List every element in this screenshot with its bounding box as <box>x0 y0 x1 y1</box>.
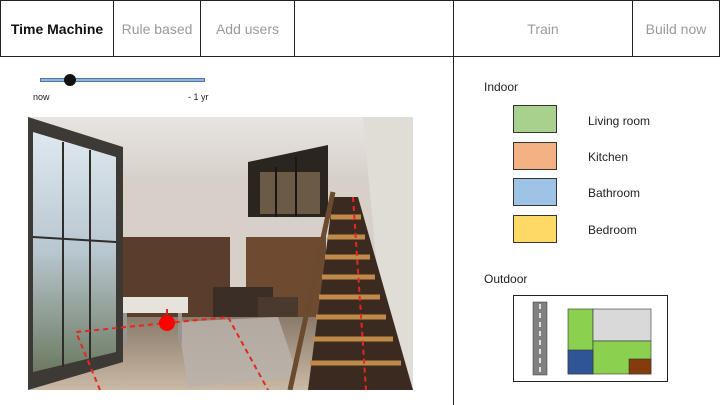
tab-add-users[interactable]: Add users <box>201 1 295 56</box>
living-room-label: Living room <box>588 114 651 128</box>
indoor-title: Indoor <box>484 80 519 94</box>
time-slider-thumb[interactable] <box>63 74 76 86</box>
tab-time-machine[interactable]: Time Machine <box>1 1 114 56</box>
kitchen-label: Kitchen <box>588 150 629 164</box>
tab-train[interactable]: Train <box>454 1 633 56</box>
living-room-swatch[interactable] <box>513 105 557 133</box>
current-location-marker <box>159 315 175 331</box>
top-tab-bar: Time Machine Rule based Add users Train … <box>0 0 720 57</box>
room-panorama-image <box>28 117 413 390</box>
outdoor-title: Outdoor <box>484 272 528 286</box>
bathroom-swatch[interactable] <box>513 178 557 206</box>
panel-divider <box>453 56 454 405</box>
kitchen-swatch[interactable] <box>513 142 557 170</box>
slider-end-label: - 1 yr <box>188 92 209 102</box>
outdoor-map[interactable] <box>513 295 668 382</box>
tab-build-now[interactable]: Build now <box>633 1 719 56</box>
tab-empty[interactable] <box>295 1 454 56</box>
slider-start-label: now <box>33 92 50 102</box>
bathroom-label: Bathroom <box>588 186 641 200</box>
tab-rule-based[interactable]: Rule based <box>114 1 201 56</box>
bedroom-label: Bedroom <box>588 223 637 237</box>
bedroom-swatch[interactable] <box>513 215 557 243</box>
